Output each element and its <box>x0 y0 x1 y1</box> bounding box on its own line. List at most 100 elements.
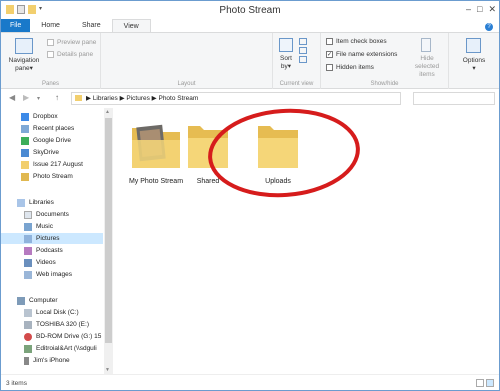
breadcrumb-libraries[interactable]: Libraries <box>93 93 118 104</box>
breadcrumb-photo-stream[interactable]: Photo Stream <box>158 93 198 104</box>
network-drive-icon <box>24 344 32 353</box>
window-controls: – □ ✕ <box>466 4 496 15</box>
nav-item-web-images[interactable]: Web images <box>24 269 72 280</box>
options-button[interactable]: Options ▾ <box>452 57 496 73</box>
item-check-boxes-checkbox[interactable]: Item check boxes <box>326 38 387 45</box>
google-drive-icon <box>21 136 29 145</box>
layout-group-label: Layout <box>177 81 196 87</box>
tab-file[interactable]: File <box>1 19 31 32</box>
hidden-items-checkbox[interactable]: Hidden items <box>326 64 374 71</box>
navigation-pane-button[interactable]: Navigation pane▾ <box>5 57 43 73</box>
tab-share[interactable]: Share <box>71 19 112 32</box>
breadcrumb-pictures[interactable]: Pictures <box>126 93 149 104</box>
show-hide-group-label: Show/hide <box>370 81 399 87</box>
nav-item-videos[interactable]: Videos <box>24 257 56 268</box>
nav-item-recent-places[interactable]: Recent places <box>21 123 74 134</box>
item-count: 3 items <box>6 380 27 387</box>
sort-by-button[interactable]: Sort by▾ <box>275 55 297 71</box>
tab-home[interactable]: Home <box>30 19 71 32</box>
details-pane-icon <box>47 51 54 58</box>
disc-icon <box>24 332 32 341</box>
nav-item-iphone[interactable]: Jim's iPhone <box>24 355 70 366</box>
nav-item-google-drive[interactable]: Google Drive <box>21 135 71 146</box>
checkbox-checked-icon: ✓ <box>326 51 333 58</box>
preview-pane-icon <box>47 39 54 46</box>
checkbox-unchecked-icon <box>326 64 333 71</box>
hide-selected-items-icon <box>421 38 431 52</box>
drive-icon <box>24 308 32 317</box>
window-title: Photo Stream <box>219 5 281 16</box>
scroll-down-icon[interactable]: ▼ <box>105 367 110 373</box>
file-list: My Photo Stream Shared Uploads <box>114 108 499 374</box>
status-bar: 3 items <box>1 374 499 390</box>
nav-item-bd-rom[interactable]: BD-ROM Drive (G:) 15 <box>24 331 101 342</box>
panes-group-label: Panes <box>41 81 59 87</box>
breadcrumb-separator: ▶ <box>119 95 125 102</box>
large-icons-view-icon[interactable] <box>486 379 494 387</box>
search-box[interactable] <box>413 92 495 105</box>
nav-item-local-disk[interactable]: Local Disk (C:) <box>24 307 79 318</box>
checkbox-unchecked-icon <box>326 38 333 45</box>
libraries-icon <box>17 198 25 207</box>
preview-pane-button[interactable]: Preview pane <box>47 39 96 46</box>
videos-icon <box>24 258 32 267</box>
details-pane-button[interactable]: Details pane <box>47 51 93 58</box>
details-view-icon[interactable] <box>476 379 484 387</box>
folder-icon <box>21 172 29 181</box>
breadcrumb-separator: ▶ <box>151 95 157 102</box>
recent-locations-icon[interactable]: ▾ <box>37 95 40 102</box>
scrollbar-thumb[interactable] <box>105 118 112 343</box>
options-group: Options ▾ <box>449 33 499 89</box>
help-icon[interactable]: ? <box>485 23 493 31</box>
view-switcher <box>476 379 494 387</box>
explorer-window: ▾ Photo Stream – □ ✕ File Home Share Vie… <box>0 0 500 391</box>
forward-icon[interactable]: ▶ <box>23 93 29 102</box>
tab-view[interactable]: View <box>111 19 151 32</box>
add-columns-icon[interactable] <box>299 47 307 54</box>
dropbox-icon <box>21 112 29 121</box>
show-hide-group: Item check boxes ✓ File name extensions H… <box>321 33 449 89</box>
nav-item-podcasts[interactable]: Podcasts <box>24 245 63 256</box>
up-icon[interactable]: ↑ <box>55 93 59 102</box>
sort-icon <box>279 38 293 52</box>
maximize-icon[interactable]: □ <box>477 4 482 15</box>
nav-item-photo-stream[interactable]: Photo Stream <box>21 171 73 182</box>
nav-item-skydrive[interactable]: SkyDrive <box>21 147 59 158</box>
nav-item-libraries[interactable]: Libraries <box>17 197 54 208</box>
nav-item-dropbox[interactable]: Dropbox <box>21 111 58 122</box>
folder-icon <box>21 160 29 169</box>
nav-item-documents[interactable]: Documents <box>24 209 69 220</box>
pictures-icon <box>24 234 32 243</box>
hide-selected-items-button[interactable]: Hide selected items <box>409 55 445 79</box>
current-view-group: Sort by▾ Current view <box>273 33 321 89</box>
group-by-icon[interactable] <box>299 38 307 45</box>
panes-group: Navigation pane▾ Preview pane Details pa… <box>1 33 101 89</box>
nav-item-music[interactable]: Music <box>24 221 53 232</box>
layout-group: Layout <box>101 33 273 89</box>
navigation-pane-icon <box>15 38 33 54</box>
nav-item-toshiba[interactable]: TOSHIBA 320 (E:) <box>24 319 89 330</box>
options-icon <box>466 38 481 53</box>
annotation-circle <box>208 108 360 198</box>
navigation-pane: Dropbox Recent places Google Drive SkyDr… <box>1 108 113 374</box>
phone-icon <box>24 356 29 365</box>
nav-item-computer[interactable]: Computer <box>17 295 58 306</box>
back-icon[interactable]: ◀ <box>9 93 15 102</box>
ribbon: Navigation pane▾ Preview pane Details pa… <box>1 33 499 89</box>
file-name-extensions-checkbox[interactable]: ✓ File name extensions <box>326 51 397 58</box>
size-columns-icon[interactable] <box>299 56 307 63</box>
computer-icon <box>17 296 25 305</box>
close-icon[interactable]: ✕ <box>488 4 496 15</box>
breadcrumb-separator: ▶ <box>86 95 91 102</box>
current-view-group-label: Current view <box>279 81 314 87</box>
web-images-icon <box>24 270 32 279</box>
minimize-icon[interactable]: – <box>466 4 471 15</box>
nav-item-issue-217[interactable]: Issue 217 August <box>21 159 83 170</box>
scroll-up-icon[interactable]: ▲ <box>105 109 110 115</box>
recent-places-icon <box>21 124 29 133</box>
ribbon-tabs: File Home Share View ? <box>1 19 499 33</box>
nav-item-editorial-art[interactable]: Editroial&Art (\\sdguli <box>24 343 97 354</box>
podcasts-icon <box>24 246 32 255</box>
nav-item-pictures[interactable]: Pictures <box>1 233 103 244</box>
navigation-scrollbar[interactable]: ▲ ▼ <box>104 108 113 374</box>
